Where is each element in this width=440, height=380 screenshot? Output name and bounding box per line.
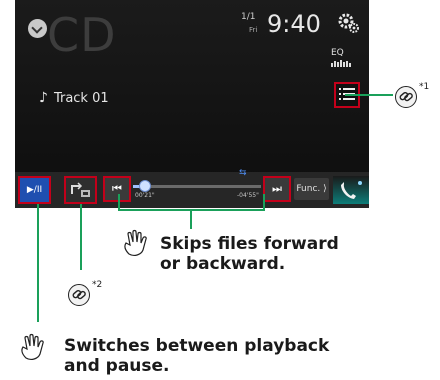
repeat-status-icon: ⇆ [239, 168, 247, 178]
elapsed-time: 00'21" [135, 192, 155, 199]
repeat-button[interactable] [64, 176, 97, 204]
progress-knob[interactable] [139, 180, 151, 192]
source-menu-icon[interactable] [28, 19, 47, 38]
function-button[interactable]: Func. ⟩ [294, 178, 329, 200]
link-icon [68, 284, 90, 306]
skip-callout: Skips files forward or backward. [160, 234, 339, 274]
play-callout-line2: and pause. [64, 356, 170, 376]
settings-gear-icon[interactable] [338, 12, 360, 34]
phone-button[interactable] [333, 176, 369, 204]
skip-callout-line1: Skips files forward [160, 234, 339, 254]
eq-label[interactable]: EQ [331, 48, 344, 58]
footnote-marker-1: *1 [419, 82, 430, 92]
clock: 9:40 [267, 10, 321, 38]
play-callout-line1: Switches between playback [64, 336, 330, 356]
progress-bar[interactable] [133, 185, 261, 188]
phone-icon [341, 181, 362, 199]
annot-line-skip-stem [190, 209, 192, 229]
repeat-icon [71, 182, 90, 197]
link-icon [395, 86, 417, 108]
remaining-time: -04'55" [237, 192, 259, 199]
source-title: CD [47, 8, 117, 62]
track-label: Track 01 [53, 91, 109, 106]
eq-icon[interactable] [331, 60, 353, 67]
play-callout: Switches between playback and pause. [64, 336, 329, 376]
hand-pointer-icon [21, 333, 44, 360]
annot-line-skip-right [263, 194, 265, 210]
hand-pointer-icon [124, 229, 147, 256]
annot-line-list [345, 94, 393, 96]
av-screen: CD 1/1 Fri 9:40 EQ ♪ Track 01 ▶/II ⏮ 00'… [15, 0, 369, 208]
skip-callout-line2: or backward. [160, 254, 286, 274]
previous-button[interactable]: ⏮ [103, 176, 131, 202]
play-pause-button[interactable]: ▶/II [18, 176, 51, 204]
annot-line-repeat [80, 204, 82, 270]
annot-line-skip-left [118, 194, 120, 210]
footnote-marker-2: *2 [92, 280, 103, 290]
day-label: Fri [249, 26, 258, 34]
track-counter: 1/1 [241, 12, 256, 22]
next-button[interactable]: ⏭ [263, 176, 291, 202]
function-label: Func. [296, 184, 321, 194]
music-note-icon: ♪ [39, 90, 48, 106]
track-row: ♪ Track 01 [39, 90, 109, 106]
annot-line-play [37, 204, 39, 322]
